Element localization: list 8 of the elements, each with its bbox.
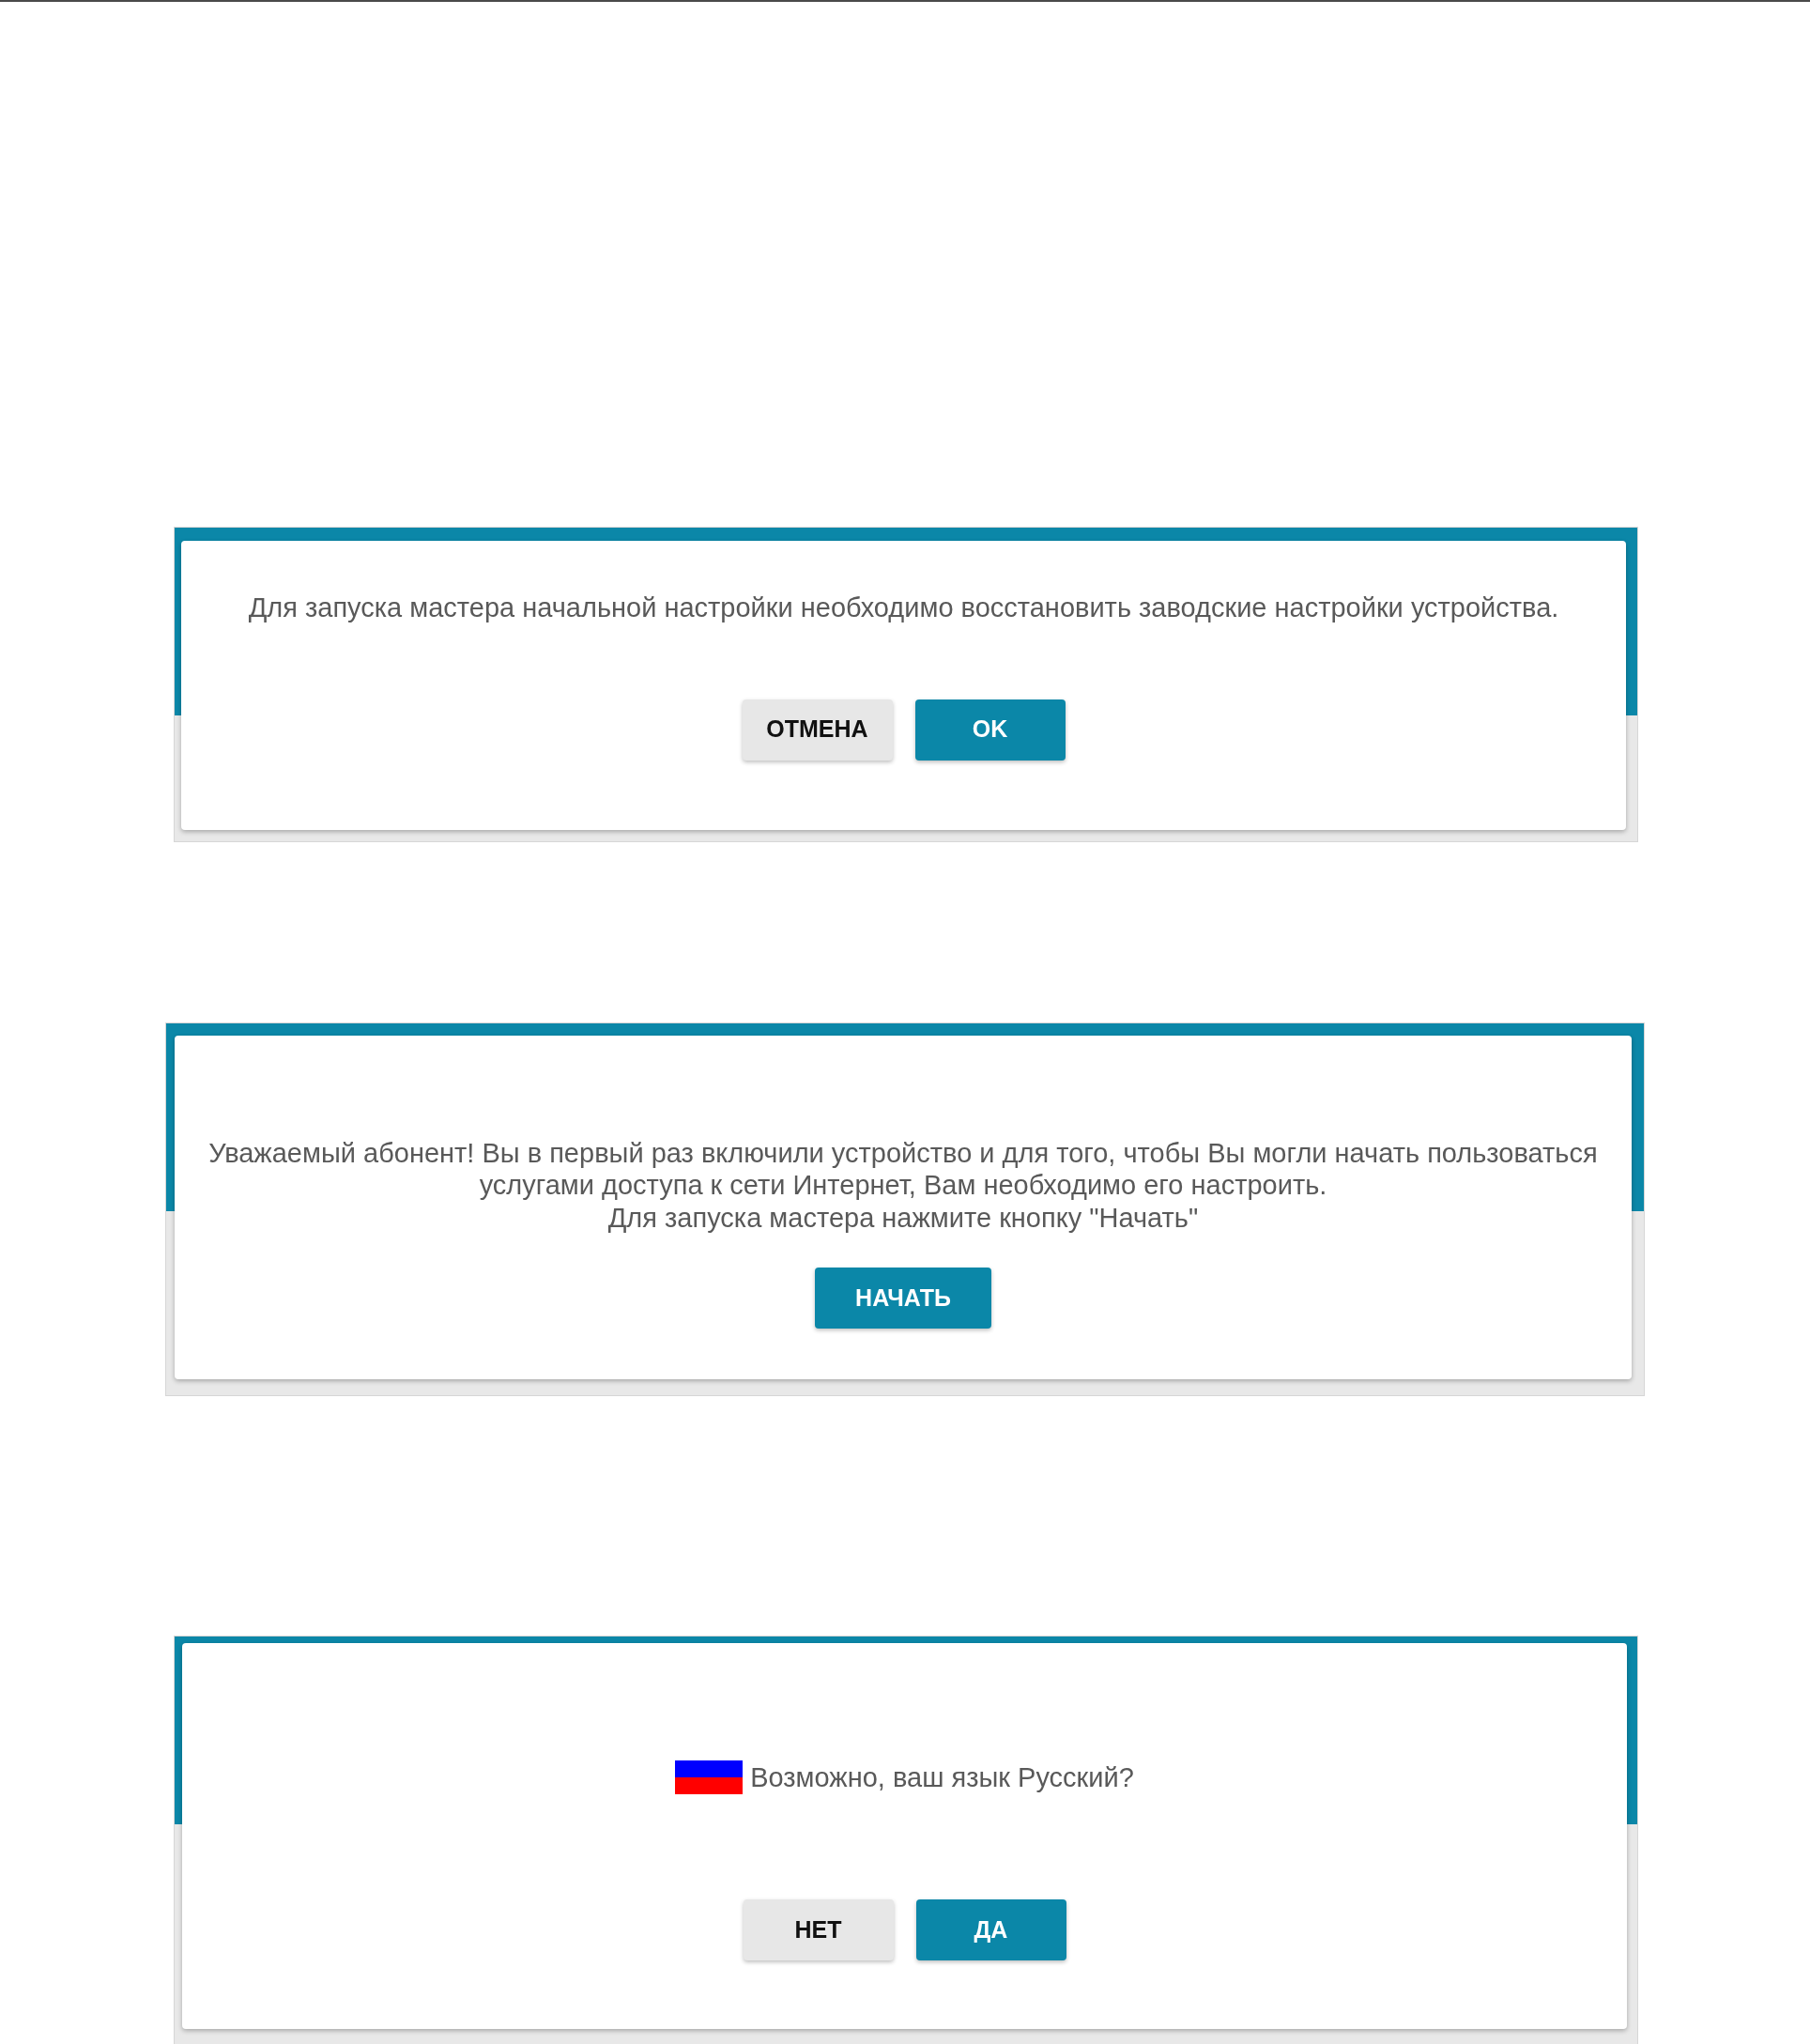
yes-button[interactable]: ДА [915,1899,1066,1960]
start-button[interactable]: НАЧАТЬ [815,1268,991,1329]
dialog-message: Возможно, ваш язык Русский? [750,1760,1134,1794]
cancel-button[interactable]: ОТМЕНА [742,699,893,761]
no-button[interactable]: НЕТ [743,1899,894,1960]
dialog-message: Для запуска мастера начальной настройки необходимо восстановить заводские настройки устройства. [248,592,1559,624]
dialog-message: Уважаемый абонент! Вы в первый раз включили устройство и для того, чтобы Вы могли начать пользоваться услугами доступа к сети Интернет, Вам необходимо его настроить. Для запуска мастера нажмите кнопку "Начать" [208,1136,1598,1234]
ok-button[interactable]: OK [914,699,1066,761]
